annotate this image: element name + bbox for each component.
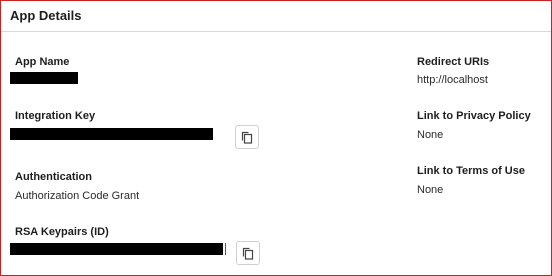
redirect-uris-label: Redirect URIs bbox=[417, 56, 490, 68]
terms-of-use-value: None bbox=[417, 184, 444, 196]
privacy-policy-label: Link to Privacy Policy bbox=[417, 110, 531, 122]
app-name-redacted-value bbox=[10, 72, 78, 84]
copy-icon bbox=[241, 131, 253, 144]
redirect-uris-value: http://localhost bbox=[417, 74, 488, 86]
authentication-value: Authorization Code Grant bbox=[15, 190, 140, 202]
text-cursor bbox=[225, 243, 226, 255]
panel-title: App Details bbox=[10, 8, 82, 23]
authentication-label: Authentication bbox=[15, 171, 92, 183]
panel-header: App Details bbox=[1, 1, 551, 32]
copy-rsa-keypair-button[interactable] bbox=[236, 241, 260, 265]
app-name-label: App Name bbox=[15, 56, 70, 68]
copy-icon bbox=[242, 247, 254, 260]
rsa-keypairs-redacted-value bbox=[10, 243, 223, 255]
rsa-keypairs-label: RSA Keypairs (ID) bbox=[15, 226, 109, 238]
privacy-policy-value: None bbox=[417, 129, 444, 141]
copy-integration-key-button[interactable] bbox=[235, 125, 259, 149]
app-details-panel: App Details App Name Integration Key Aut… bbox=[0, 0, 552, 276]
integration-key-redacted-value bbox=[10, 128, 213, 140]
integration-key-label: Integration Key bbox=[15, 110, 96, 122]
terms-of-use-label: Link to Terms of Use bbox=[417, 165, 525, 177]
